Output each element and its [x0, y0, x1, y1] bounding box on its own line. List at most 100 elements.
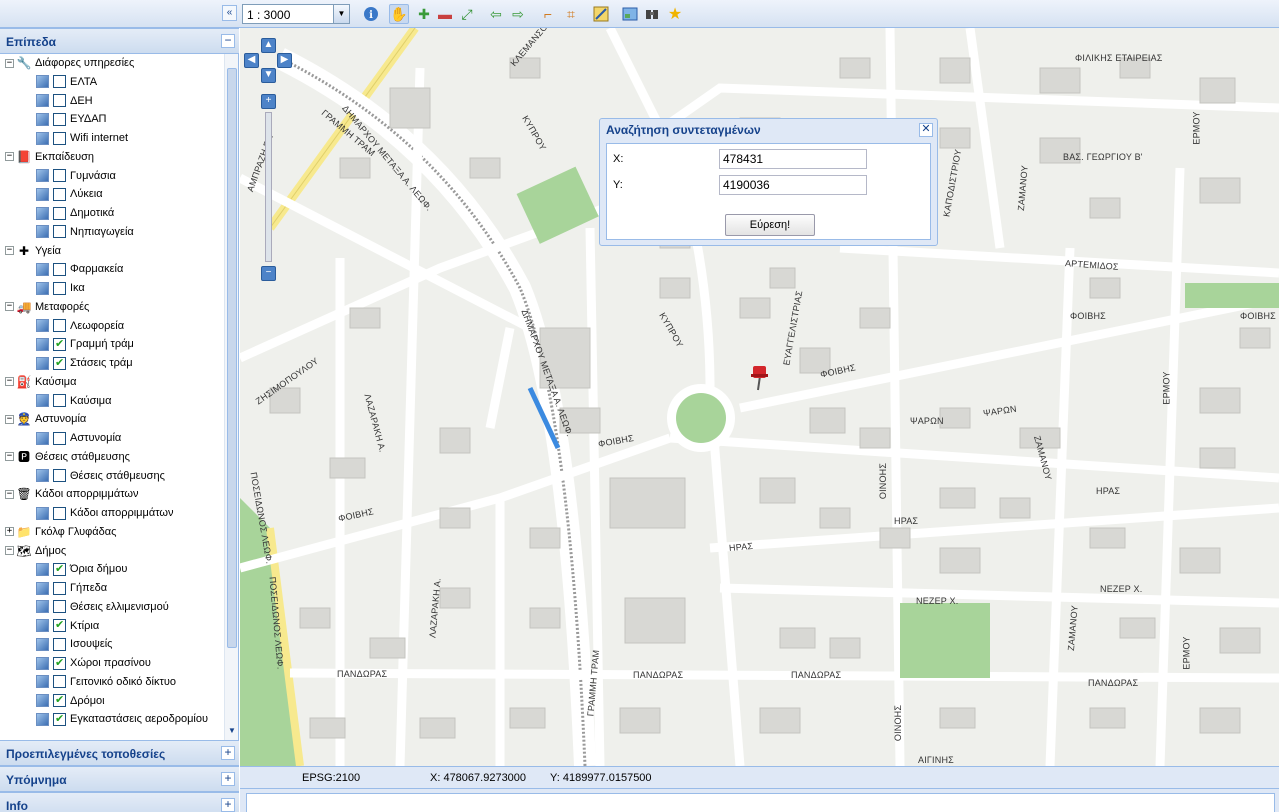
- measure-distance-icon[interactable]: ⌐: [538, 4, 558, 24]
- layer-checkbox[interactable]: [53, 356, 66, 370]
- layer-checkbox[interactable]: [53, 206, 66, 220]
- layer-checkbox[interactable]: [53, 75, 66, 89]
- expand-icon[interactable]: +: [221, 772, 235, 786]
- tree-layer-item[interactable]: Κτίρια: [36, 617, 99, 635]
- scale-select[interactable]: 1 : 3000 ▼: [242, 4, 350, 24]
- layer-checkbox[interactable]: [53, 262, 66, 276]
- collapse-toggle-icon[interactable]: −: [5, 302, 14, 312]
- layers-panel-header[interactable]: Επίπεδα −: [0, 28, 239, 54]
- layer-checkbox[interactable]: [53, 337, 66, 351]
- tree-group[interactable]: − 🔧 Διάφορες υπηρεσίες: [5, 54, 134, 72]
- tree-layer-item[interactable]: Όρια δήμου: [36, 560, 127, 578]
- y-coordinate-input[interactable]: [719, 175, 867, 195]
- close-icon[interactable]: ✕: [919, 123, 933, 137]
- collapse-toggle-icon[interactable]: −: [5, 246, 14, 255]
- layer-checkbox[interactable]: [53, 94, 66, 107]
- bookmark-star-icon[interactable]: ★: [665, 4, 685, 24]
- tree-group[interactable]: − 👮 Αστυνομία: [5, 410, 86, 428]
- layer-checkbox[interactable]: [53, 637, 66, 651]
- collapse-left-icon[interactable]: «: [222, 5, 237, 21]
- layer-checkbox[interactable]: [53, 187, 66, 201]
- layer-checkbox[interactable]: [53, 112, 66, 126]
- tree-layer-item[interactable]: Καύσιμα: [36, 392, 112, 410]
- layer-checkbox[interactable]: [53, 169, 66, 182]
- tree-layer-item[interactable]: Φαρμακεία: [36, 260, 123, 278]
- layer-checkbox[interactable]: [53, 319, 66, 332]
- tree-layer-item[interactable]: Χώροι πρασίνου: [36, 654, 151, 672]
- tree-layer-item[interactable]: ΔΕΗ: [36, 92, 93, 110]
- find-coordinates-icon[interactable]: [591, 4, 611, 24]
- tree-layer-item[interactable]: Ικα: [36, 279, 85, 297]
- layer-checkbox[interactable]: [53, 581, 66, 595]
- tree-layer-item[interactable]: Γήπεδα: [36, 579, 107, 597]
- chevron-down-icon[interactable]: ▼: [333, 5, 349, 23]
- tree-group[interactable]: − 🚚 Μεταφορές: [5, 298, 89, 316]
- layer-checkbox[interactable]: [53, 281, 66, 295]
- pan-up-icon[interactable]: ▲: [261, 38, 276, 53]
- zoom-out-icon[interactable]: −: [261, 266, 276, 281]
- tree-layer-item[interactable]: ΕΥΔΑΠ: [36, 110, 107, 128]
- tree-layer-item[interactable]: Εγκαταστάσεις αεροδρομίου: [36, 710, 208, 728]
- zoom-in-icon[interactable]: +: [261, 94, 276, 109]
- binoculars-icon[interactable]: [642, 4, 662, 24]
- collapse-toggle-icon[interactable]: −: [5, 452, 14, 462]
- layer-checkbox[interactable]: [53, 506, 66, 520]
- tree-layer-item[interactable]: Κάδοι απορριμμάτων: [36, 504, 174, 522]
- layer-checkbox[interactable]: [53, 712, 66, 726]
- expand-icon[interactable]: +: [221, 798, 235, 812]
- tree-group[interactable]: − 🗑 Κάδοι απορριμμάτων: [5, 485, 139, 503]
- zoom-in-icon[interactable]: ✚: [414, 4, 434, 24]
- layer-checkbox[interactable]: [53, 675, 66, 689]
- full-extent-icon[interactable]: ⤢: [457, 4, 477, 24]
- tree-layer-item[interactable]: Δημοτικά: [36, 204, 114, 222]
- back-arrow-icon[interactable]: ⇦: [486, 4, 506, 24]
- pan-down-icon[interactable]: ▼: [261, 68, 276, 83]
- tree-layer-item[interactable]: Γραμμή τράμ: [36, 335, 134, 353]
- zoom-out-icon[interactable]: ▬: [435, 4, 455, 24]
- collapse-toggle-icon[interactable]: −: [5, 414, 14, 424]
- expand-toggle-icon[interactable]: +: [5, 527, 14, 537]
- tree-group[interactable]: − ⛽ Καύσιμα: [5, 373, 77, 391]
- tree-layer-item[interactable]: Θέσεις στάθμευσης: [36, 467, 165, 485]
- collapse-toggle-icon[interactable]: −: [5, 152, 14, 162]
- tree-layer-item[interactable]: Λύκεια: [36, 185, 103, 203]
- tree-layer-item[interactable]: Ισουψείς: [36, 635, 112, 653]
- forward-arrow-icon[interactable]: ⇨: [508, 4, 528, 24]
- tree-layer-item[interactable]: Λεωφορεία: [36, 317, 124, 335]
- layer-checkbox[interactable]: [53, 600, 66, 614]
- layer-checkbox[interactable]: [53, 469, 66, 482]
- tree-group[interactable]: + 📁 Γκόλφ Γλυφάδας: [5, 523, 116, 541]
- tree-layer-item[interactable]: Θέσεις ελλιμενισμού: [36, 598, 169, 616]
- x-coordinate-input[interactable]: [719, 149, 867, 169]
- layer-checkbox[interactable]: [53, 656, 66, 670]
- collapse-toggle-icon[interactable]: −: [5, 546, 14, 555]
- tree-layer-item[interactable]: Δρόμοι: [36, 692, 105, 710]
- tree-layer-item[interactable]: Γειτονικό οδικό δίκτυο: [36, 673, 176, 691]
- layer-checkbox[interactable]: [53, 431, 66, 445]
- layer-checkbox[interactable]: [53, 225, 66, 239]
- tree-layer-item[interactable]: Γυμνάσια: [36, 167, 116, 185]
- pan-hand-icon[interactable]: ✋: [389, 4, 409, 24]
- tree-layer-item[interactable]: Στάσεις τράμ: [36, 354, 133, 372]
- info-panel-header[interactable]: Info +: [0, 792, 239, 812]
- pan-right-icon[interactable]: ▶: [277, 53, 292, 68]
- info-icon[interactable]: i: [361, 4, 381, 24]
- layer-checkbox[interactable]: [53, 131, 66, 145]
- expand-icon[interactable]: +: [221, 746, 235, 760]
- pan-left-icon[interactable]: ◀: [244, 53, 259, 68]
- collapse-toggle-icon[interactable]: −: [5, 489, 14, 499]
- collapse-icon[interactable]: −: [221, 34, 235, 48]
- tree-layer-item[interactable]: Νηπιαγωγεία: [36, 223, 134, 241]
- find-button[interactable]: Εύρεση!: [725, 214, 815, 236]
- print-map-icon[interactable]: [620, 4, 640, 24]
- presets-panel-header[interactable]: Προεπιλεγμένες τοποθεσίες +: [0, 740, 239, 766]
- tree-group[interactable]: − 🅿 Θέσεις στάθμευσης: [5, 448, 130, 466]
- layer-checkbox[interactable]: [53, 618, 66, 632]
- layer-checkbox[interactable]: [53, 562, 66, 576]
- tree-layer-item[interactable]: ΕΛΤΑ: [36, 73, 97, 91]
- layer-checkbox[interactable]: [53, 394, 66, 407]
- measure-area-icon[interactable]: ⌗: [561, 4, 581, 24]
- tree-layer-item[interactable]: Αστυνομία: [36, 429, 121, 447]
- scroll-down-icon[interactable]: ▼: [226, 726, 238, 738]
- scrollbar-thumb[interactable]: [227, 68, 237, 648]
